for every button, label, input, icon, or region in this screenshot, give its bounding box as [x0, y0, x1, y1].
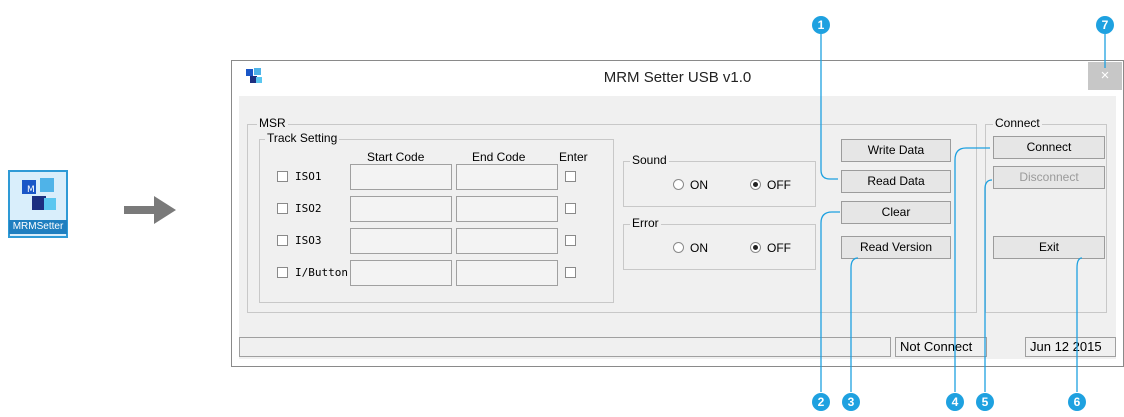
iso2-end-code-input[interactable]	[456, 196, 558, 222]
sound-on-radio[interactable]	[673, 179, 684, 190]
iso2-enter-checkbox[interactable]	[565, 203, 576, 214]
callout-badge-2: 2	[812, 393, 830, 411]
disconnect-button[interactable]: Disconnect	[993, 166, 1105, 189]
connect-group-label: Connect	[993, 116, 1042, 130]
iso3-checkbox[interactable]	[277, 235, 288, 246]
sound-off-label: OFF	[767, 178, 791, 192]
end-code-header: End Code	[472, 150, 526, 164]
iso3-label: ISO3	[295, 234, 322, 247]
iso3-start-code-input[interactable]	[350, 228, 452, 254]
window-title: MRM Setter USB v1.0	[603, 69, 752, 86]
error-off-radio[interactable]	[750, 242, 761, 253]
clear-button[interactable]: Clear	[841, 201, 951, 224]
error-off-label: OFF	[767, 241, 791, 255]
callout-badge-5: 5	[976, 393, 994, 411]
iso1-label: ISO1	[295, 170, 322, 183]
svg-text:M: M	[27, 185, 35, 195]
iso1-end-code-input[interactable]	[456, 164, 558, 190]
date-status: Jun 12 2015	[1025, 337, 1116, 357]
close-button[interactable]: ×	[1088, 62, 1122, 90]
track-setting-label: Track Setting	[265, 131, 340, 145]
sound-off-radio[interactable]	[750, 179, 761, 190]
cube-app-icon: M	[22, 178, 56, 210]
iso2-start-code-input[interactable]	[350, 196, 452, 222]
app-window: MRM Setter USB v1.0 × MSR Track Setting …	[231, 60, 1124, 367]
iso1-enter-checkbox[interactable]	[565, 171, 576, 182]
iso1-checkbox[interactable]	[277, 171, 288, 182]
ibutton-checkbox[interactable]	[277, 267, 288, 278]
sound-group-label: Sound	[630, 153, 669, 167]
right-arrow-icon	[124, 196, 176, 224]
error-on-radio[interactable]	[673, 242, 684, 253]
iso3-end-code-input[interactable]	[456, 228, 558, 254]
msr-group-label: MSR	[257, 116, 288, 130]
connect-button[interactable]: Connect	[993, 136, 1105, 159]
read-data-button[interactable]: Read Data	[841, 170, 951, 193]
ibutton-start-code-input[interactable]	[350, 260, 452, 286]
callout-badge-1: 1	[812, 16, 830, 34]
callout-badge-7: 7	[1096, 16, 1114, 34]
connection-status: Not Connect	[895, 337, 987, 357]
error-on-label: ON	[690, 241, 708, 255]
client-area: MSR Track Setting Start Code End Code En…	[239, 96, 1116, 359]
enter-header: Enter	[559, 150, 588, 164]
iso1-start-code-input[interactable]	[350, 164, 452, 190]
exit-button[interactable]: Exit	[993, 236, 1105, 259]
write-data-button[interactable]: Write Data	[841, 139, 951, 162]
callout-badge-4: 4	[946, 393, 964, 411]
iso3-enter-checkbox[interactable]	[565, 235, 576, 246]
start-code-header: Start Code	[367, 150, 425, 164]
ibutton-enter-checkbox[interactable]	[565, 267, 576, 278]
callout-badge-6: 6	[1068, 393, 1086, 411]
callout-badge-3: 3	[842, 393, 860, 411]
title-bar[interactable]: MRM Setter USB v1.0 ×	[232, 61, 1123, 95]
error-group-label: Error	[630, 216, 661, 230]
ibutton-label: I/Button	[295, 266, 348, 279]
ibutton-end-code-input[interactable]	[456, 260, 558, 286]
read-version-button[interactable]: Read Version	[841, 236, 951, 259]
icon-label: MRMSetter	[9, 220, 67, 234]
iso2-checkbox[interactable]	[277, 203, 288, 214]
mrmsetter-desktop-icon[interactable]: M MRMSetter	[8, 170, 68, 238]
status-pane-main	[239, 337, 891, 357]
sound-on-label: ON	[690, 178, 708, 192]
iso2-label: ISO2	[295, 202, 322, 215]
